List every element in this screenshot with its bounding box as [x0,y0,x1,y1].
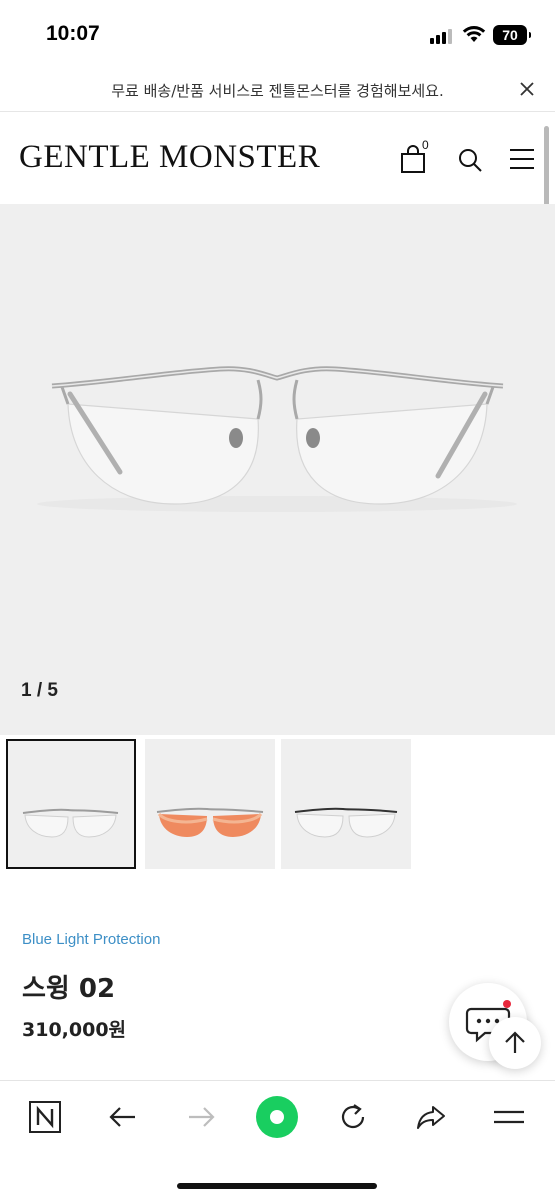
product-image-gallery[interactable]: 1 / 5 [0,204,555,735]
site-header: GENTLE MONSTER 0 [0,112,555,204]
cellular-signal-icon [430,28,454,44]
naver-n-icon[interactable] [27,1099,63,1135]
share-icon[interactable] [413,1099,449,1135]
thumbnail-image [294,807,398,838]
home-indicator [177,1183,377,1189]
battery-icon: 70 [493,25,531,45]
slide-counter: 1 / 5 [21,680,58,701]
browser-toolbar [0,1080,555,1200]
thumbnail-strip [6,739,426,872]
promo-banner: 무료 배송/반품 서비스로 젠틀몬스터를 경험해보세요. [0,66,555,112]
reload-icon[interactable] [335,1099,371,1135]
menu-icon[interactable] [508,144,536,174]
thumbnail-silver-clear[interactable] [6,739,136,869]
back-arrow-icon[interactable] [105,1099,141,1135]
eyeglasses-image [37,366,517,512]
thumbnail-image [156,807,264,837]
product-name: 스윙 02 [22,974,116,1004]
close-icon[interactable] [517,79,537,99]
scroll-to-top-button[interactable] [489,1017,541,1069]
status-bar: 10:07 70 [0,0,555,66]
thumbnail-silver-orange[interactable] [145,739,275,869]
green-home-icon[interactable] [255,1095,299,1139]
search-icon[interactable] [456,144,484,174]
arrow-up-icon [505,1031,525,1053]
forward-arrow-icon[interactable] [183,1099,219,1135]
promo-text: 무료 배송/반품 서비스로 젠틀몬스터를 경험해보세요. [111,82,444,100]
status-time: 10:07 [46,22,100,45]
thumbnail-black-clear[interactable] [281,739,411,869]
menu-icon[interactable] [491,1099,527,1135]
product-category-link[interactable]: Blue Light Protection [22,931,160,948]
thumbnail-image [22,808,119,838]
wifi-icon [462,26,486,42]
brand-logo[interactable]: GENTLE MONSTER [19,139,320,176]
cart-count-badge: 0 [422,138,429,152]
product-price: 310,000원 [22,1019,127,1041]
